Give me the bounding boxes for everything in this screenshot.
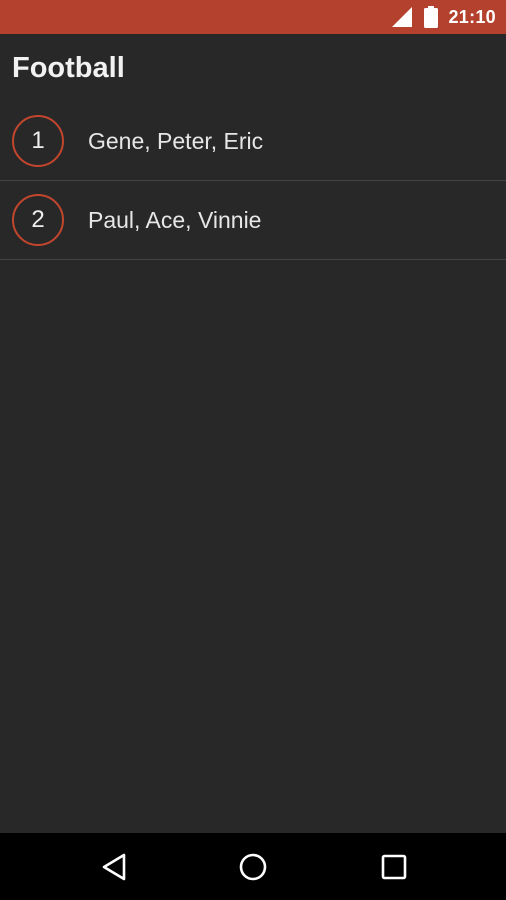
team-players-label: Gene, Peter, Eric [88,127,264,154]
team-row[interactable]: 2 Paul, Ace, Vinnie [0,181,506,260]
team-players-label: Paul, Ace, Vinnie [88,206,262,233]
team-number-badge: 2 [12,194,64,246]
home-circle-icon [239,853,267,881]
home-button[interactable] [237,851,269,883]
navigation-bar [0,833,506,900]
status-clock: 21:10 [448,6,496,27]
app-screen: 21:10 Football 1 Gene, Peter, Eric 2 Pau… [0,0,506,900]
recents-square-icon [381,854,407,880]
team-row[interactable]: 1 Gene, Peter, Eric [0,102,506,181]
battery-full-icon [424,6,439,28]
status-bar: 21:10 [0,0,506,34]
back-triangle-icon [102,853,126,881]
team-number-badge: 1 [12,115,64,167]
team-list: 1 Gene, Peter, Eric 2 Paul, Ace, Vinnie [0,102,506,260]
back-button[interactable] [98,851,130,883]
recents-button[interactable] [378,851,410,883]
cellular-signal-icon [392,7,413,27]
page-title: Football [12,52,125,84]
